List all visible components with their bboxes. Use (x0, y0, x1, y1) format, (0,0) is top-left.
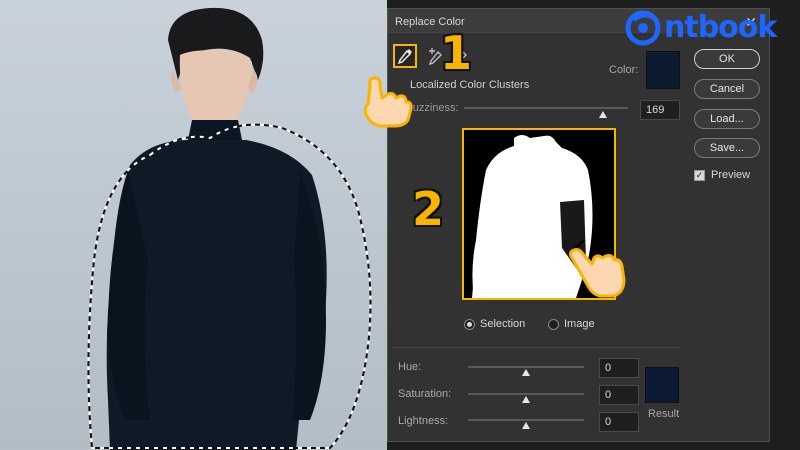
selection-radio-label: Selection (480, 318, 526, 330)
portrait-photo (87, 7, 372, 450)
hue-slider-thumb[interactable] (522, 369, 530, 376)
save-button[interactable]: Save... (694, 138, 760, 158)
saturation-label: Saturation: (398, 388, 452, 400)
eyedropper-icon (397, 49, 412, 65)
pointing-hand-icon (363, 76, 413, 128)
lightness-slider-track[interactable] (468, 419, 584, 421)
localized-color-clusters-label[interactable]: Localized Color Clusters (410, 79, 529, 91)
hue-label: Hue: (398, 361, 422, 373)
pointing-hand-icon (568, 248, 626, 298)
step-2-marker: 2 (412, 182, 445, 236)
logo-text: ntbook (664, 9, 777, 45)
preview-checkbox-label: Preview (711, 169, 751, 181)
saturation-slider-track[interactable] (468, 393, 584, 395)
fuzziness-slider-thumb[interactable] (598, 111, 607, 118)
image-radio[interactable]: Image (548, 318, 595, 330)
saturation-slider-thumb[interactable] (522, 396, 530, 403)
preview-checkbox[interactable]: ✓ Preview (694, 169, 750, 181)
lightness-input[interactable]: 0 (599, 412, 639, 432)
hue-slider-track[interactable] (468, 366, 584, 368)
color-label: Color: (609, 64, 639, 76)
preview-checkbox-box[interactable]: ✓ (694, 169, 705, 181)
eyedropper-tool-button[interactable] (393, 44, 417, 68)
fuzziness-input[interactable]: 169 (640, 100, 680, 120)
ok-button[interactable]: OK (694, 49, 760, 69)
fuzziness-slider-track[interactable] (464, 107, 628, 109)
brand-logo: ntbook (624, 4, 777, 50)
image-radio-dot[interactable] (548, 318, 559, 330)
cancel-button[interactable]: Cancel (694, 79, 760, 99)
step-1-marker: 1 (440, 26, 473, 80)
logo-icon (625, 10, 661, 46)
result-label: Result (648, 408, 680, 420)
load-button[interactable]: Load... (694, 109, 760, 129)
saturation-input[interactable]: 0 (599, 385, 639, 405)
image-canvas[interactable] (0, 0, 387, 450)
selection-radio-dot[interactable] (464, 318, 475, 330)
selection-radio[interactable]: Selection (464, 318, 525, 330)
result-color-swatch[interactable] (645, 367, 679, 403)
hue-input[interactable]: 0 (599, 358, 639, 378)
sample-color-swatch[interactable] (646, 51, 680, 89)
lightness-slider-thumb[interactable] (522, 422, 530, 429)
lightness-label: Lightness: (398, 415, 449, 427)
image-radio-label: Image (564, 318, 595, 330)
